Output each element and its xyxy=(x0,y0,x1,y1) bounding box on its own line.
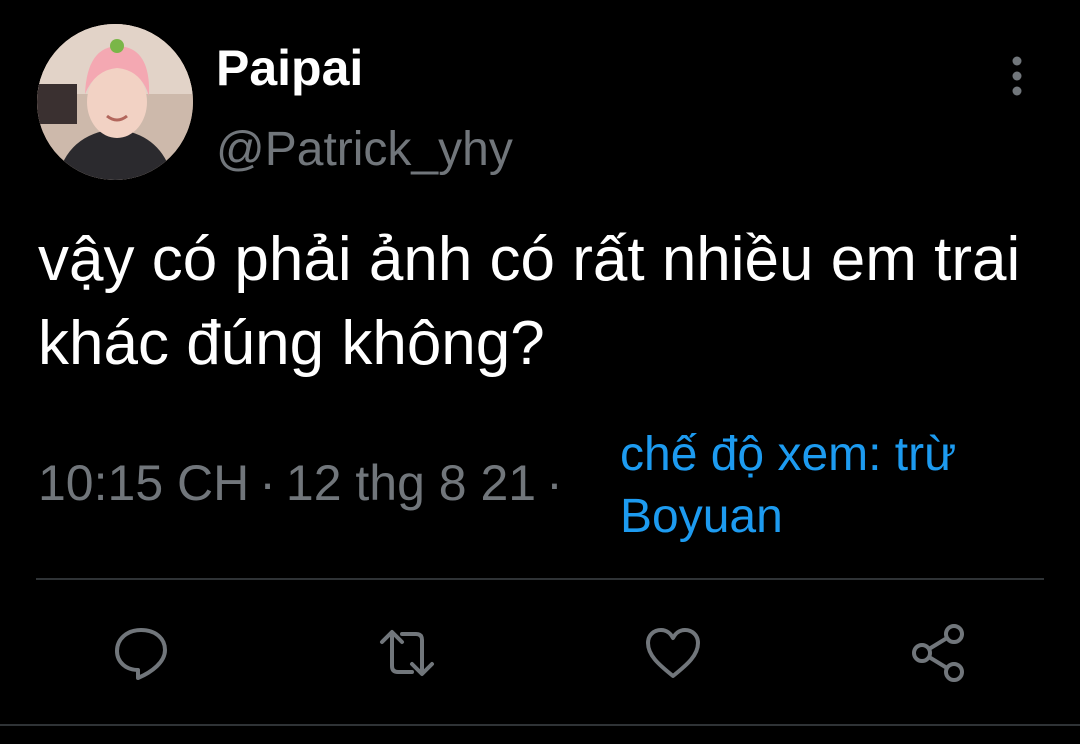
divider xyxy=(36,578,1044,580)
avatar-image xyxy=(37,24,193,180)
separator-dot: · xyxy=(259,455,276,511)
share-button[interactable] xyxy=(906,620,972,686)
avatar[interactable] xyxy=(37,24,193,180)
reply-icon xyxy=(115,628,167,680)
tweet-text: vậy có phải ảnh có rất nhiều em trai khá… xyxy=(38,225,1021,378)
tweet-time: 10:15 CH xyxy=(38,455,250,511)
user-handle[interactable]: @Patrick_yhy xyxy=(216,120,513,180)
tweet-date: 12 thg 8 21 xyxy=(285,455,537,511)
tweet-metadata: 10:15 CH · 12 thg 8 21 · xyxy=(38,452,573,514)
more-vertical-icon xyxy=(1012,56,1022,96)
reply-button[interactable] xyxy=(108,620,174,686)
share-icon xyxy=(912,624,964,682)
view-mode-link[interactable]: chế độ xem: trừ Boyuan xyxy=(620,424,1040,548)
retweet-icon xyxy=(380,630,434,676)
display-name[interactable]: Paipai xyxy=(216,38,363,98)
more-options-button[interactable] xyxy=(996,50,1038,102)
bottom-divider xyxy=(0,724,1080,726)
like-button[interactable] xyxy=(640,620,706,686)
separator-dot: · xyxy=(546,455,563,511)
retweet-button[interactable] xyxy=(374,620,440,686)
heart-icon xyxy=(646,628,700,678)
